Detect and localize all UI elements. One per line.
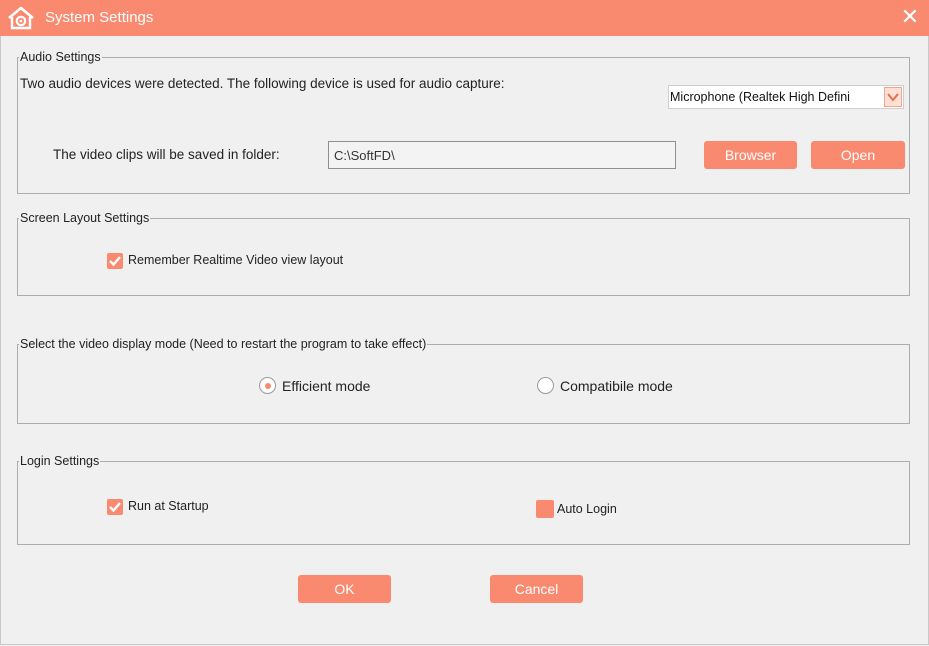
audio-device-description: Two audio devices were detected. The fol… — [20, 76, 505, 91]
checkmark-icon — [109, 256, 121, 267]
remember-layout-label[interactable]: Remember Realtime Video view layout — [128, 253, 343, 267]
audio-device-value: Microphone (Realtek High Defini — [670, 90, 850, 104]
title-bar: System Settings ✕ — [0, 0, 929, 36]
display-mode-legend: Select the video display mode (Need to r… — [20, 337, 427, 351]
run-at-startup-checkbox[interactable] — [107, 499, 123, 515]
folder-path-value: C:\SoftFD\ — [334, 148, 395, 163]
audio-settings-group: Audio Settings — [17, 50, 910, 194]
efficient-mode-radio[interactable] — [259, 377, 276, 394]
ok-button[interactable]: OK — [298, 575, 391, 603]
chevron-down-icon[interactable] — [884, 87, 902, 107]
auto-login-checkbox[interactable] — [536, 500, 554, 518]
open-button[interactable]: Open — [811, 141, 905, 169]
browse-button[interactable]: Browser — [704, 141, 797, 169]
folder-label: The video clips will be saved in folder: — [53, 147, 280, 162]
close-icon[interactable]: ✕ — [897, 4, 923, 30]
remember-layout-checkbox[interactable] — [107, 253, 123, 269]
audio-device-select[interactable]: Microphone (Realtek High Defini — [668, 85, 904, 109]
compatible-mode-label[interactable]: Compatibile mode — [560, 378, 673, 394]
checkmark-icon — [109, 502, 121, 513]
window-title: System Settings — [45, 9, 154, 26]
screen-layout-legend: Screen Layout Settings — [20, 211, 150, 225]
compatible-mode-radio[interactable] — [537, 377, 554, 394]
display-mode-group: Select the video display mode (Need to r… — [17, 337, 910, 424]
login-settings-legend: Login Settings — [20, 454, 100, 468]
auto-login-label[interactable]: Auto Login — [557, 502, 617, 516]
cancel-button[interactable]: Cancel — [490, 575, 583, 603]
audio-settings-legend: Audio Settings — [20, 50, 101, 64]
run-at-startup-label[interactable]: Run at Startup — [128, 499, 209, 513]
house-camera-icon — [8, 6, 34, 30]
efficient-mode-label[interactable]: Efficient mode — [282, 378, 370, 394]
folder-path-field[interactable]: C:\SoftFD\ — [328, 141, 676, 169]
